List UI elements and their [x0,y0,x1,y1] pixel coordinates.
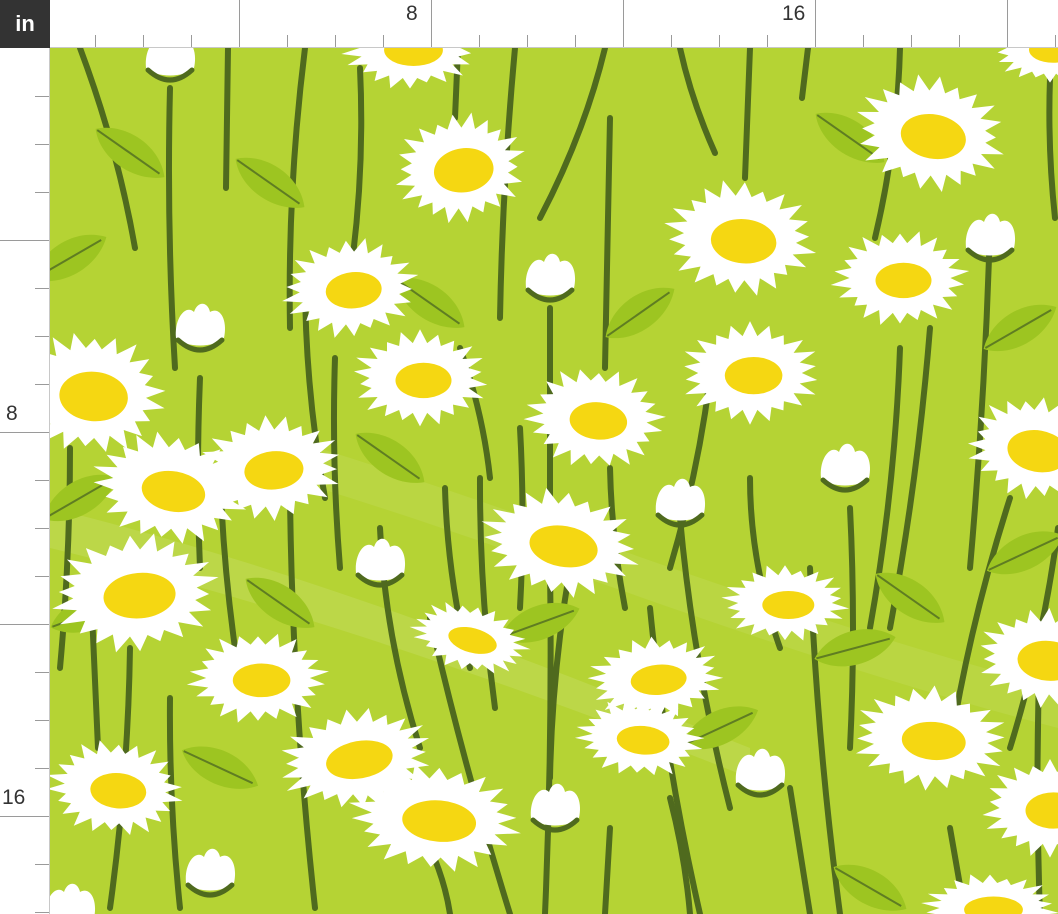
ruler-tick [335,35,336,47]
ruler-tick [35,384,49,385]
ruler-label-16: 16 [2,786,26,809]
ruler-tick [35,192,49,193]
ruler-tick [0,432,49,433]
ruler-tick [815,0,816,47]
daisy-center [232,663,291,698]
ruler-tick [35,672,49,673]
ruler-tick [623,0,624,47]
ruler-label-8: 8 [6,402,18,425]
ruler-tick [575,35,576,47]
ruler-tick [479,35,480,47]
horizontal-ruler: 8 16 [50,0,1058,48]
ruler-tick [0,816,49,817]
ruler-tick [35,720,49,721]
ruler-tick [959,35,960,47]
ruler-tick [911,35,912,47]
ruler-tick [1055,35,1056,47]
daisy-center [395,362,452,399]
ruler-tick [767,35,768,47]
ruler-tick [719,35,720,47]
daisy-center [724,356,783,395]
ruler-label-8: 8 [406,2,418,25]
daisy-center [875,262,932,299]
ruler-tick [35,336,49,337]
ruler-tick [191,35,192,47]
ruler-tick [35,528,49,529]
ruler-tick [35,144,49,145]
ruler-tick [0,624,49,625]
ruler-tick [287,35,288,47]
ruler-tick [35,96,49,97]
daisy-pattern [50,48,1058,914]
ruler-tick [431,0,432,47]
unit-toggle[interactable]: in [0,0,50,48]
ruler-tick [0,240,49,241]
ruler-tick [35,288,49,289]
fabric-preview [50,48,1058,914]
ruler-tick [35,768,49,769]
ruler-tick [863,35,864,47]
stem [847,505,856,751]
ruler-tick [383,35,384,47]
ruler-tick [35,912,49,913]
ruler-tick [671,35,672,47]
ruler-tick [527,35,528,47]
vertical-ruler: 8 16 [0,48,50,914]
stem [223,48,231,191]
daisy-bud [145,48,195,83]
ruler-tick [95,35,96,47]
ruler-label-16: 16 [782,2,806,25]
daisy-center [762,590,815,620]
ruler-tick [35,480,49,481]
ruler-tick [1007,0,1008,47]
ruler-tick [35,864,49,865]
ruler-tick [35,576,49,577]
ruler-tick [143,35,144,47]
ruler-tick [239,0,240,47]
